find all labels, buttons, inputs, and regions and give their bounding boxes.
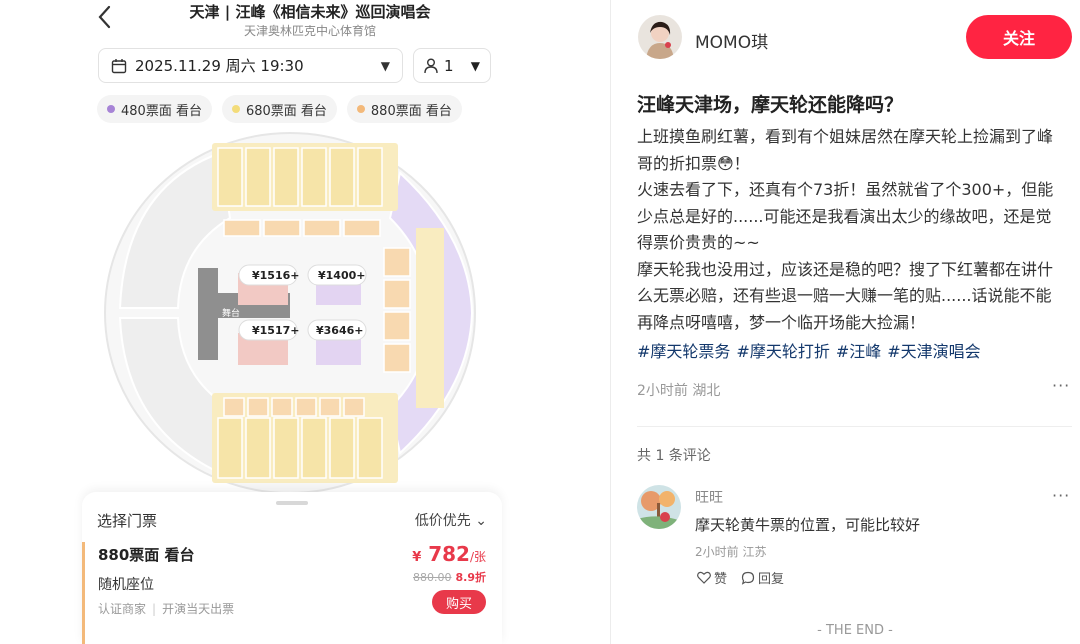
price-bubble[interactable]: ¥1517+ bbox=[252, 324, 300, 337]
back-arrow-icon[interactable] bbox=[95, 4, 115, 30]
seat-map[interactable]: 舞台 ¥1516+ ¥1400+ ¥1517+ ¥3646+ bbox=[100, 128, 500, 498]
price-tier-480[interactable]: 480票面 看台 bbox=[97, 95, 212, 123]
price-tier-filters: 480票面 看台 680票面 看台 880票面 看台 bbox=[97, 95, 462, 123]
ticket-name: 880票面 看台 bbox=[98, 546, 195, 564]
sort-dropdown[interactable]: 低价优先 ⌄ bbox=[415, 510, 487, 530]
price-bubble[interactable]: ¥1400+ bbox=[318, 269, 366, 282]
price-bubble[interactable]: ¥3646+ bbox=[316, 324, 364, 337]
post-paragraph: 摩天轮我也没用过，应该还是稳的吧？搜了下红薯都在讲什么无票必赔，还有些退一赔一大… bbox=[637, 259, 1054, 332]
hashtag-list: #摩天轮票务 #摩天轮打折 #汪峰 #天津演唱会 bbox=[637, 338, 987, 362]
person-icon bbox=[424, 58, 438, 73]
ticket-app-panel: 天津 | 汪峰《相信未来》巡回演唱会 天津奥林匹克中心体育馆 2025.11.2… bbox=[0, 0, 580, 644]
delivery-label: 开演当天出票 bbox=[162, 602, 235, 616]
more-options-icon[interactable]: ··· bbox=[1052, 376, 1070, 395]
hashtag-link[interactable]: #天津演唱会 bbox=[887, 342, 980, 361]
original-price: 880.00 8.9折 bbox=[413, 569, 486, 585]
ticket-card[interactable]: 880票面 看台 随机座位 认证商家 | 开演当天出票 ¥ 782/张 880.00… bbox=[82, 542, 502, 644]
quantity-value: 1 bbox=[444, 56, 454, 75]
reply-button[interactable]: 回复 bbox=[741, 568, 784, 587]
price-tier-label: 680票面 看台 bbox=[245, 103, 327, 119]
dropdown-triangle-icon: ▼ bbox=[380, 58, 390, 73]
hashtag-link[interactable]: #汪峰 bbox=[836, 342, 881, 361]
drag-handle[interactable] bbox=[276, 501, 308, 505]
commenter-avatar[interactable] bbox=[637, 485, 681, 529]
calendar-icon bbox=[111, 58, 127, 73]
price-tier-880[interactable]: 880票面 看台 bbox=[346, 95, 462, 123]
ticket-selection-panel: 选择门票 低价优先 ⌄ 880票面 看台 随机座位 认证商家 | 开演当天出票 ¥ … bbox=[82, 492, 502, 644]
price-tier-680[interactable]: 680票面 看台 bbox=[221, 95, 337, 123]
like-label: 赞 bbox=[714, 572, 728, 587]
author-name[interactable]: MOMO琪 bbox=[695, 28, 768, 53]
reply-label: 回复 bbox=[758, 572, 785, 587]
separator: | bbox=[152, 602, 157, 616]
venue-name: 天津奥林匹克中心体育馆 bbox=[243, 24, 376, 38]
like-button[interactable]: 赞 bbox=[697, 568, 727, 587]
stage-label: 舞台 bbox=[222, 307, 240, 319]
screenshot-root: 天津 | 汪峰《相信未来》巡回演唱会 天津奥林匹克中心体育馆 2025.11.2… bbox=[0, 0, 1080, 644]
hashtag-link[interactable]: #摩天轮打折 bbox=[736, 342, 829, 361]
divider bbox=[637, 426, 1072, 427]
more-options-icon[interactable]: ··· bbox=[1052, 486, 1070, 505]
tier-dot-icon bbox=[107, 105, 115, 113]
post-paragraph: 上班摸鱼刷红薯，看到有个姐妹居然在摩天轮上捡漏到了峰哥的折扣票😳！ bbox=[637, 127, 1054, 173]
heart-icon bbox=[697, 571, 711, 584]
comment-text: 摩天轮黄牛票的位置，可能比较好 bbox=[695, 516, 921, 534]
price-tier-label: 480票面 看台 bbox=[121, 103, 202, 119]
sort-label: 低价优先 bbox=[414, 513, 471, 529]
date-selector[interactable]: 2025.11.29 周六 19:30 ▼ bbox=[98, 48, 403, 83]
event-title: 天津 | 汪峰《相信未来》巡回演唱会 bbox=[189, 3, 431, 21]
tier-dot-icon bbox=[231, 105, 240, 113]
dropdown-triangle-icon: ▼ bbox=[470, 58, 480, 73]
merchant-label: 认证商家 bbox=[98, 602, 147, 616]
comment-actions: 赞 回复 bbox=[697, 568, 784, 587]
currency-symbol: ¥ bbox=[412, 550, 422, 565]
price-tier-label: 880票面 看台 bbox=[370, 103, 452, 119]
date-selector-label: 2025.11.29 周六 19:30 bbox=[135, 57, 304, 75]
price-bubble[interactable]: ¥1516+ bbox=[252, 269, 300, 282]
end-marker: - THE END - bbox=[817, 623, 893, 638]
panel-divider bbox=[610, 0, 611, 644]
post-body: 上班摸鱼刷红薯，看到有个姐妹居然在摩天轮上捡漏到了峰哥的折扣票😳！ 火速去看了下… bbox=[637, 124, 1067, 336]
follow-button[interactable]: 关注 bbox=[966, 15, 1072, 59]
post-title: 汪峰天津场，摩天轮还能降吗？ bbox=[637, 94, 904, 116]
chevron-down-icon: ⌄ bbox=[475, 513, 487, 529]
merchant-info: 认证商家 | 开演当天出票 bbox=[98, 600, 234, 617]
commenter-name[interactable]: 旺旺 bbox=[695, 487, 723, 507]
comment-meta: 2小时前 江苏 bbox=[695, 545, 767, 559]
chat-bubble-icon bbox=[741, 571, 755, 585]
ticket-price: ¥ 782/张 bbox=[412, 542, 486, 566]
price-unit: /张 bbox=[469, 550, 486, 564]
price-value: 782 bbox=[428, 542, 470, 566]
post-paragraph: 火速去看了下，还真有个73折！虽然就省了个300+，但能少点总是好的......… bbox=[637, 180, 1054, 252]
discount-label: 8.9折 bbox=[455, 571, 487, 584]
seat-type: 随机座位 bbox=[98, 577, 154, 593]
quantity-selector[interactable]: 1 ▼ bbox=[413, 48, 491, 83]
avatar[interactable] bbox=[638, 15, 682, 59]
post-meta: 2小时前 湖北 bbox=[637, 383, 721, 399]
hashtag-link[interactable]: #摩天轮票务 bbox=[637, 342, 730, 361]
comment-count: 共 1 条评论 bbox=[637, 448, 711, 464]
buy-button[interactable]: 购买 bbox=[432, 590, 486, 614]
ticket-panel-title: 选择门票 bbox=[97, 512, 158, 530]
original-price-value: 880.00 bbox=[413, 571, 452, 584]
tier-dot-icon bbox=[356, 105, 365, 113]
